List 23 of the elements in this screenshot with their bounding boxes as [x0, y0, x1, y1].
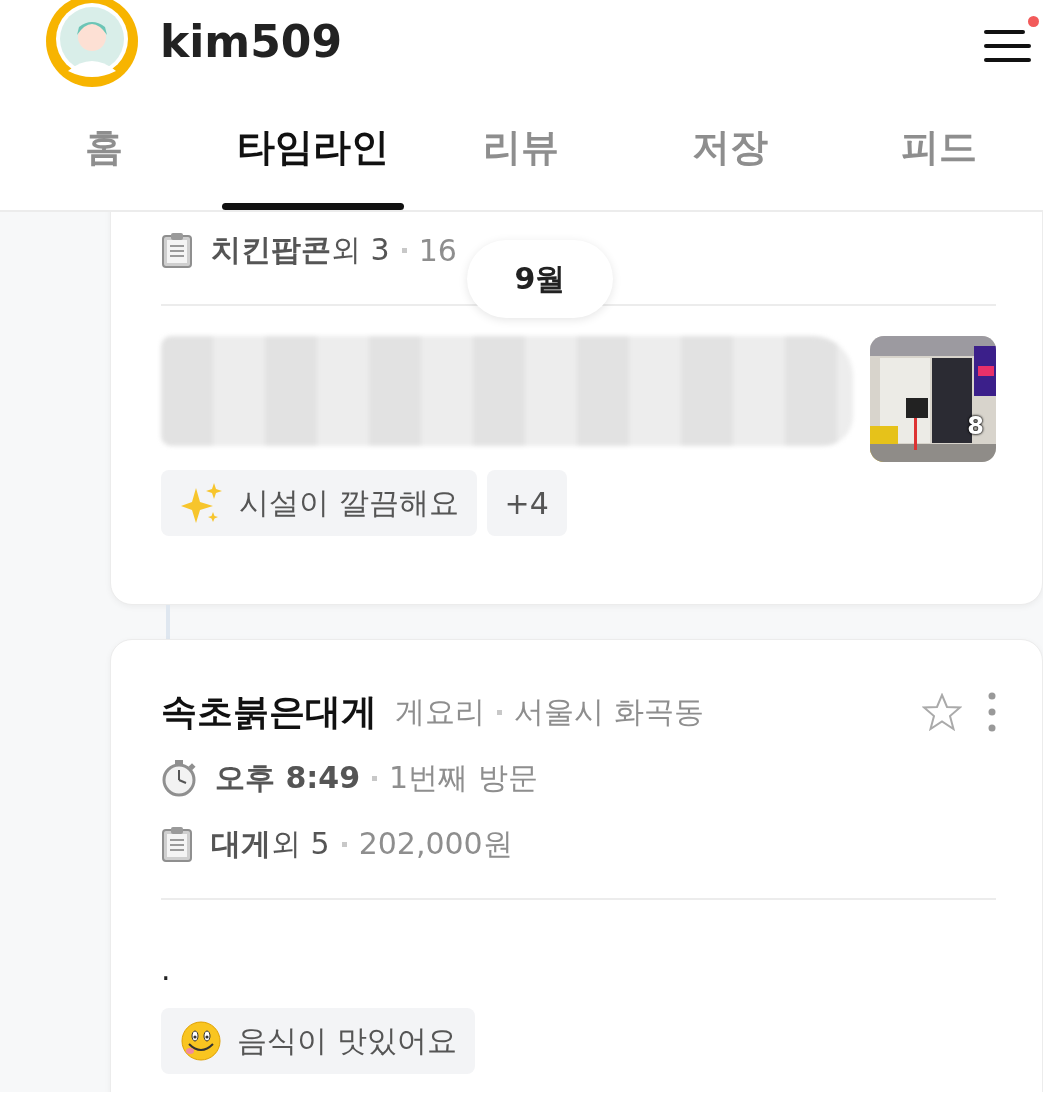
order-items: 대게외 5	[211, 824, 330, 863]
avatar[interactable]	[44, 0, 140, 89]
stopwatch-icon	[161, 759, 197, 797]
visit-count: 1번째 방문	[389, 758, 538, 797]
order-items: 치킨팝콘외 3	[211, 230, 390, 269]
review-tag[interactable]: 음식이 맛있어요	[161, 1008, 475, 1074]
place-name: 속초붉은대게	[161, 689, 377, 734]
username: kim509	[160, 15, 344, 67]
review-tag[interactable]: 시설이 깔끔해요	[161, 470, 477, 536]
review-text: .	[161, 952, 172, 989]
sparkles-icon	[181, 482, 223, 524]
star-icon[interactable]	[922, 693, 962, 731]
tab[interactable]: 타임라인	[208, 98, 418, 210]
place-location: 서울시 화곡동	[514, 692, 704, 731]
visit-time: 오후 8:49	[215, 758, 361, 797]
smiley-icon	[181, 1021, 221, 1061]
order-price: 202,000원	[358, 824, 513, 863]
review-tag[interactable]: +4	[486, 470, 567, 536]
more-icon[interactable]	[988, 692, 996, 732]
place-category: 게요리	[395, 692, 485, 731]
clipboard-icon	[161, 826, 193, 862]
clipboard-icon	[161, 232, 193, 268]
order-price: 16	[418, 232, 457, 268]
